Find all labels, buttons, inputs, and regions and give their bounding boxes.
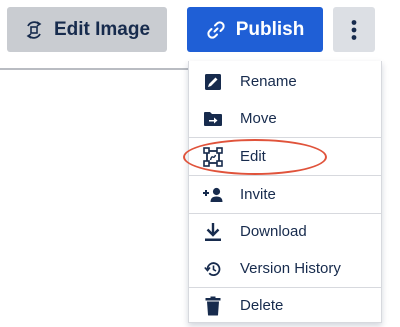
menu-item-invite[interactable]: Invite [189,176,381,213]
edit-image-button[interactable]: Edit Image [7,7,167,52]
image-edit-icon [24,20,44,40]
menu-item-download[interactable]: Download [189,213,381,250]
edit-frame-icon [202,146,224,168]
menu-item-rename[interactable]: Rename [189,63,381,100]
more-actions-button[interactable] [333,7,375,52]
history-icon [202,258,224,280]
folder-move-icon [202,108,224,130]
screen: Edit Image Publish Rename Move Edit Invi… [0,0,400,327]
menu-item-label: Invite [240,186,276,203]
link-icon [206,20,226,40]
menu-item-label: Version History [240,260,341,277]
publish-button[interactable]: Publish [187,7,323,52]
menu-item-label: Download [240,223,307,240]
menu-item-label: Move [240,110,277,127]
edit-image-label: Edit Image [53,18,151,40]
menu-item-label: Delete [240,297,284,314]
menu-item-edit[interactable]: Edit [189,138,381,175]
menu-item-version-history[interactable]: Version History [189,250,381,287]
more-actions-menu: Rename Move Edit Invite Download Version… [188,61,382,323]
add-person-icon [202,184,224,206]
menu-item-move[interactable]: Move [189,100,381,137]
menu-item-label: Rename [240,73,297,90]
publish-label: Publish [235,18,305,40]
menu-item-delete[interactable]: Delete [189,287,381,324]
vertical-dots-icon [350,19,358,41]
rename-pencil-icon [202,71,224,93]
download-icon [202,221,224,243]
trash-icon [202,295,224,317]
menu-item-label: Edit [240,148,266,165]
